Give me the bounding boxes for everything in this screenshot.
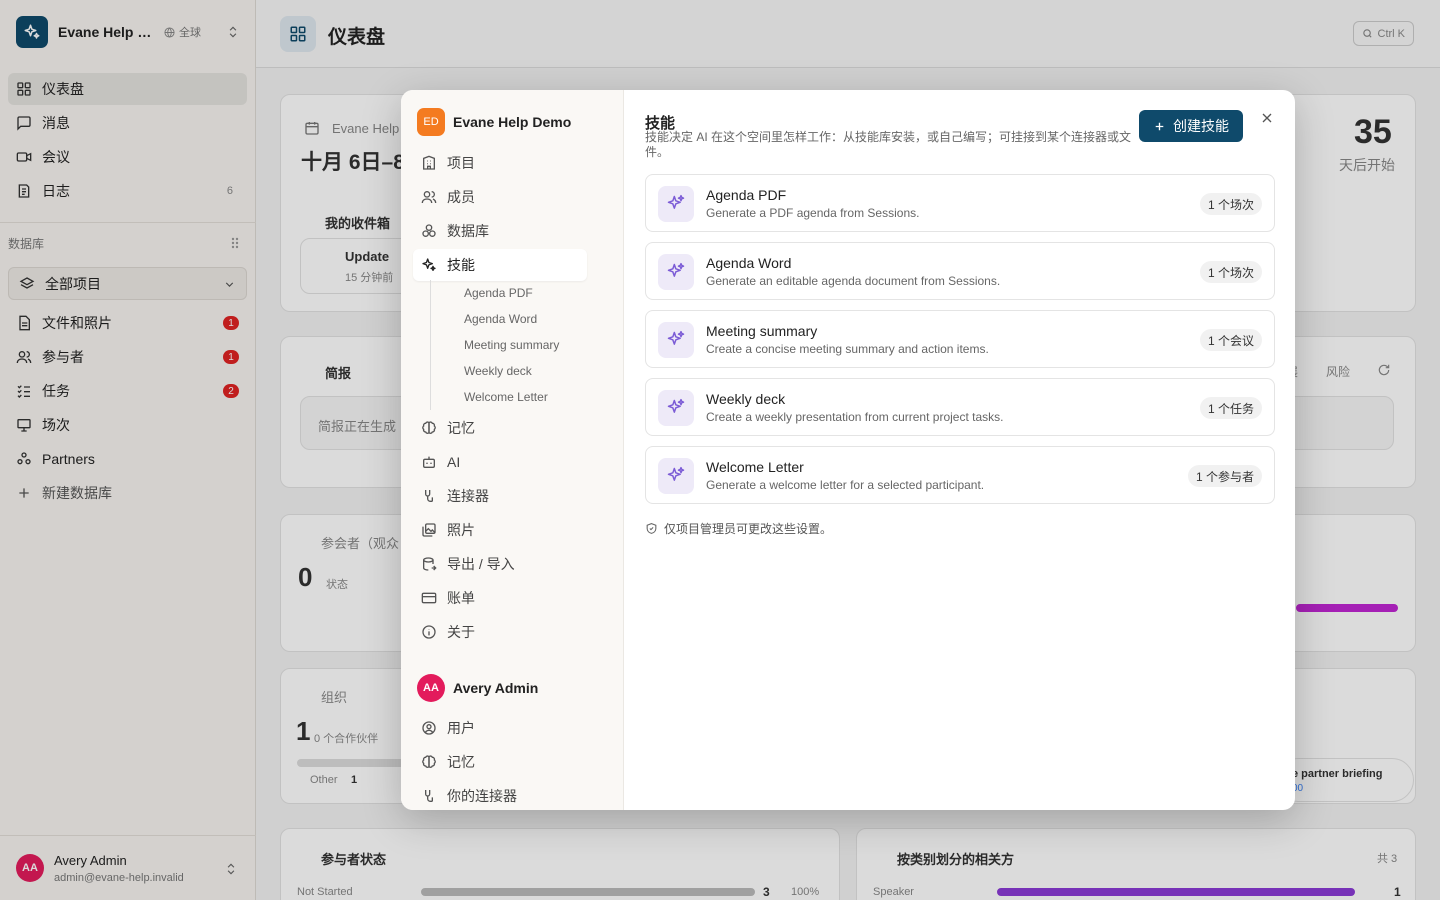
user-circle-icon bbox=[422, 721, 436, 735]
settings-item-label: AI bbox=[447, 454, 461, 470]
skill-card[interactable]: Agenda PDF Generate a PDF agenda from Se… bbox=[645, 174, 1275, 232]
settings-item-user-memory[interactable]: 记忆 bbox=[413, 746, 587, 778]
sparkle-icon bbox=[658, 254, 694, 290]
settings-item-label: 成员 bbox=[447, 189, 475, 205]
brain-icon bbox=[422, 421, 436, 434]
skill-card[interactable]: Agenda Word Generate an editable agenda … bbox=[645, 242, 1275, 300]
building-icon bbox=[423, 155, 435, 170]
settings-nav: 项目 成员 数据库 技能 bbox=[413, 147, 587, 283]
settings-item-connectors[interactable]: 连接器 bbox=[413, 480, 587, 512]
skills-subnav: Agenda PDF Agenda Word Meeting summary W… bbox=[430, 280, 559, 410]
settings-modal: ED Evane Help Demo 项目 成员 数据库 技能 Agenda P… bbox=[401, 90, 1295, 810]
settings-user-name: Avery Admin bbox=[453, 680, 539, 696]
skill-subitem[interactable]: Agenda PDF bbox=[464, 280, 559, 306]
settings-item-your-connectors[interactable]: 你的连接器 bbox=[413, 780, 587, 810]
settings-item-ai[interactable]: AI bbox=[413, 446, 587, 478]
sparkle-icon bbox=[658, 322, 694, 358]
settings-item-projects[interactable]: 项目 bbox=[413, 147, 587, 179]
permission-note-text: 仅项目管理员可更改这些设置。 bbox=[664, 522, 833, 536]
skill-scope-badge: 1 个场次 bbox=[1199, 261, 1262, 283]
brain-icon bbox=[422, 755, 436, 768]
skill-title: Weekly deck bbox=[706, 391, 786, 407]
card-icon bbox=[421, 592, 437, 604]
workspace-avatar: ED bbox=[417, 108, 445, 136]
skill-description: Generate an editable agenda document fro… bbox=[706, 274, 1001, 288]
settings-item-label: 连接器 bbox=[447, 488, 489, 504]
settings-item-label: 关于 bbox=[447, 624, 475, 640]
skill-description: Create a weekly presentation from curren… bbox=[706, 410, 1004, 424]
settings-item-label: 照片 bbox=[447, 522, 475, 538]
skill-subitem[interactable]: Agenda Word bbox=[464, 306, 559, 332]
settings-item-label: 你的连接器 bbox=[447, 788, 517, 804]
skill-subitem[interactable]: Meeting summary bbox=[464, 332, 559, 358]
settings-user-header: AA Avery Admin bbox=[417, 674, 538, 702]
settings-user-nav: 用户 记忆 你的连接器 bbox=[413, 712, 587, 810]
robot-icon bbox=[423, 456, 435, 468]
settings-item-label: 账单 bbox=[447, 590, 475, 606]
workspace-name: Evane Help Demo bbox=[453, 114, 572, 130]
skill-scope-badge: 1 个会议 bbox=[1199, 329, 1262, 351]
settings-item-photos[interactable]: 照片 bbox=[413, 514, 587, 546]
settings-item-label: 项目 bbox=[447, 155, 475, 171]
sparkle-icon bbox=[658, 458, 694, 494]
settings-nav-secondary: 记忆 AI 连接器 照片 导出 / 导入 账单 关于 bbox=[413, 412, 587, 650]
panel-description: 技能决定 AI 在这个空间里怎样工作：从技能库安装，或自己编写；可挂接到某个连接… bbox=[645, 130, 1132, 159]
shield-check-icon bbox=[646, 523, 657, 534]
plus-icon bbox=[1155, 122, 1164, 130]
skill-scope-badge: 1 个任务 bbox=[1199, 397, 1262, 419]
settings-item-skills[interactable]: 技能 bbox=[413, 249, 587, 281]
create-skill-button[interactable]: 创建技能 bbox=[1139, 110, 1243, 142]
create-skill-label: 创建技能 bbox=[1173, 118, 1229, 134]
skill-card[interactable]: Meeting summary Create a concise meeting… bbox=[645, 310, 1275, 368]
settings-item-memory[interactable]: 记忆 bbox=[413, 412, 587, 444]
close-icon[interactable] bbox=[1259, 110, 1275, 126]
members-icon bbox=[421, 191, 437, 204]
settings-item-label: 技能 bbox=[447, 257, 475, 273]
permission-note: 仅项目管理员可更改这些设置。 bbox=[645, 520, 832, 537]
settings-item-user[interactable]: 用户 bbox=[413, 712, 587, 744]
skill-title: Welcome Letter bbox=[706, 459, 804, 475]
settings-sidebar: ED Evane Help Demo 项目 成员 数据库 技能 Agenda P… bbox=[401, 90, 624, 810]
settings-item-label: 数据库 bbox=[447, 223, 489, 239]
settings-item-about[interactable]: 关于 bbox=[413, 616, 587, 648]
skill-subitem[interactable]: Weekly deck bbox=[464, 358, 559, 384]
settings-item-label: 记忆 bbox=[447, 754, 475, 770]
settings-item-databases[interactable]: 数据库 bbox=[413, 215, 587, 247]
skill-scope-badge: 1 个参与者 bbox=[1187, 465, 1262, 487]
skill-description: Generate a welcome letter for a selected… bbox=[706, 478, 985, 492]
settings-item-label: 记忆 bbox=[447, 420, 475, 436]
settings-item-label: 导出 / 导入 bbox=[447, 556, 515, 572]
export-icon bbox=[423, 557, 437, 571]
database-icon bbox=[422, 224, 436, 237]
info-icon bbox=[422, 625, 436, 639]
skill-description: Generate a PDF agenda from Sessions. bbox=[706, 206, 920, 220]
photos-icon bbox=[422, 523, 436, 537]
skill-subitem[interactable]: Welcome Letter bbox=[464, 384, 559, 410]
sparkle-icon bbox=[658, 186, 694, 222]
skill-card[interactable]: Weekly deck Create a weekly presentation… bbox=[645, 378, 1275, 436]
skills-panel: 技能 技能决定 AI 在这个空间里怎样工作：从技能库安装，或自己编写；可挂接到某… bbox=[625, 90, 1295, 810]
connector-icon bbox=[425, 790, 433, 802]
sparkle-icon bbox=[658, 390, 694, 426]
settings-item-members[interactable]: 成员 bbox=[413, 181, 587, 213]
skill-title: Agenda Word bbox=[706, 255, 792, 271]
skill-card[interactable]: Welcome Letter Generate a welcome letter… bbox=[645, 446, 1275, 504]
settings-item-label: 用户 bbox=[447, 720, 475, 736]
settings-workspace-header: ED Evane Help Demo bbox=[417, 108, 571, 136]
skill-title: Agenda PDF bbox=[706, 187, 787, 203]
skill-scope-badge: 1 个场次 bbox=[1199, 193, 1262, 215]
settings-item-billing[interactable]: 账单 bbox=[413, 582, 587, 614]
skill-title: Meeting summary bbox=[706, 323, 818, 339]
settings-item-export-import[interactable]: 导出 / 导入 bbox=[413, 548, 587, 580]
avatar: AA bbox=[417, 674, 445, 702]
skill-description: Create a concise meeting summary and act… bbox=[706, 342, 989, 356]
connector-icon bbox=[425, 490, 433, 502]
sparkle-icon bbox=[422, 258, 436, 271]
